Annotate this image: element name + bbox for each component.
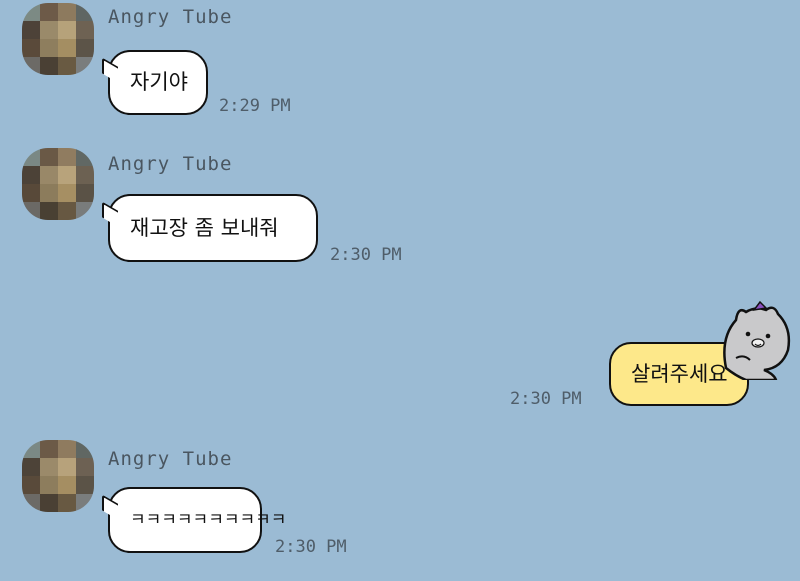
message-text: ㅋㅋㅋㅋㅋㅋㅋㅋㅋㅋ [130,509,287,530]
message-timestamp: 2:29 PM [219,96,291,116]
message-timestamp: 2:30 PM [275,537,347,557]
avatar[interactable] [22,148,94,220]
message-timestamp: 2:30 PM [510,389,582,409]
message-text: 살려주세요 [631,361,728,386]
message-bubble[interactable]: 재고장 좀 보내줘 [108,194,318,262]
sender-name: Angry Tube [108,448,233,470]
message-timestamp: 2:30 PM [330,245,402,265]
message-bubble[interactable]: 자기야 [108,50,208,115]
avatar[interactable] [22,440,94,512]
grey-cat-sticker-icon[interactable] [716,298,794,380]
message-bubble[interactable]: ㅋㅋㅋㅋㅋㅋㅋㅋㅋㅋ [108,487,286,553]
sender-name: Angry Tube [108,6,233,28]
sender-name: Angry Tube [108,153,233,175]
avatar[interactable] [22,3,94,75]
message-text: 재고장 좀 보내줘 [130,215,279,240]
message-text: 자기야 [130,70,188,94]
